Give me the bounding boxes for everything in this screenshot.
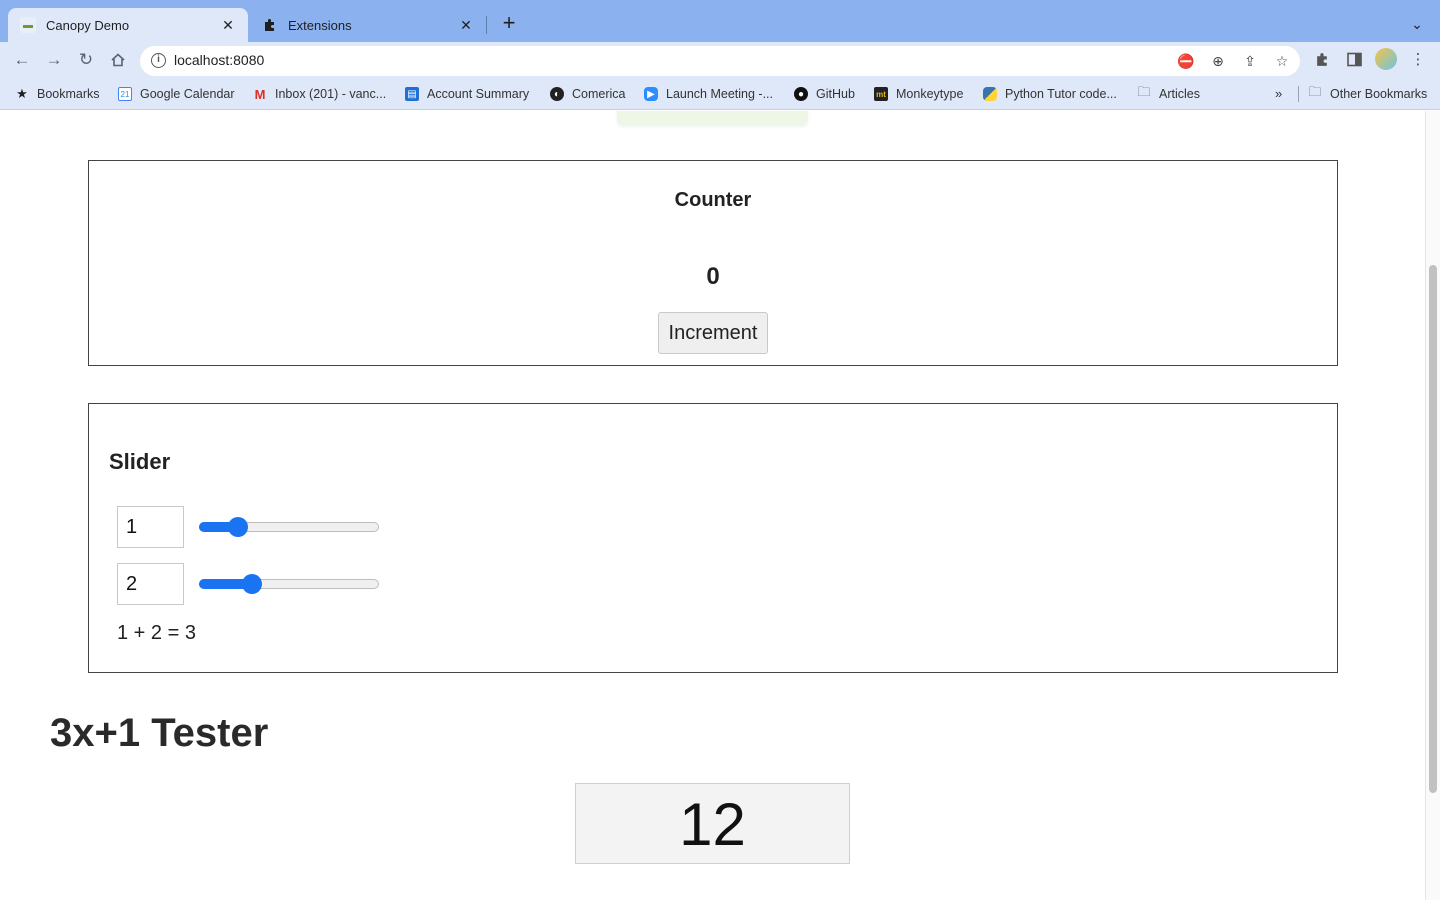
close-tab-icon[interactable]: ✕ <box>220 17 236 34</box>
puzzle-icon <box>262 17 278 33</box>
forward-icon[interactable]: → <box>42 48 66 72</box>
slider-thumb[interactable] <box>242 574 263 594</box>
github-icon: ● <box>794 87 808 101</box>
more-menu-icon[interactable]: ⋮ <box>1406 48 1430 72</box>
gmail-icon: M <box>254 86 266 102</box>
new-tab-button[interactable]: + <box>497 12 521 36</box>
bookmark-bookmarks[interactable]: ★ Bookmarks <box>15 85 100 103</box>
profile-avatar[interactable] <box>1375 48 1397 70</box>
share-icon[interactable]: ⇪ <box>1239 50 1261 72</box>
bookmark-monkeytype[interactable]: mt Monkeytype <box>874 85 963 103</box>
bookmark-launch-meeting[interactable]: ▶ Launch Meeting -... <box>644 85 773 103</box>
slider-card: Slider 1 2 1 + 2 = 3 <box>88 403 1338 673</box>
bookmark-google-calendar[interactable]: 21 Google Calendar <box>118 85 235 103</box>
tab-divider <box>486 16 487 34</box>
extensions-puzzle-icon[interactable] <box>1310 48 1334 72</box>
bookmark-star-icon[interactable]: ☆ <box>1271 50 1293 72</box>
bookmark-label: Articles <box>1159 87 1200 101</box>
bookmark-label: Bookmarks <box>37 87 100 101</box>
slider-title: Slider <box>109 449 171 474</box>
reload-icon[interactable]: ↻ <box>74 48 98 72</box>
number-input-b[interactable]: 2 <box>117 563 184 605</box>
tab-search-icon[interactable]: ⌄ <box>1405 12 1429 36</box>
scrollbar-thumb[interactable] <box>1429 265 1437 793</box>
zoom-icon[interactable]: ⊕ <box>1207 50 1229 72</box>
tab-title: Canopy Demo <box>46 17 130 33</box>
browser-toolbar: ← → ↻ i localhost:8080 ⛔ ⊕ ⇪ ☆ ⋮ <box>0 42 1440 78</box>
canopy-favicon-icon: ▬ <box>20 17 36 33</box>
bookmark-label: Monkeytype <box>896 87 964 101</box>
slider-thumb[interactable] <box>227 517 248 537</box>
tester-heading: 3x+1 Tester <box>50 711 269 755</box>
bookmark-label: Launch Meeting -... <box>666 87 774 101</box>
number-input-a[interactable]: 1 <box>117 506 184 548</box>
bookmark-comerica[interactable]: ◐ Comerica <box>550 85 626 103</box>
calendar-icon: 21 <box>118 87 132 101</box>
counter-value: 0 <box>706 263 720 290</box>
bookmark-label: Other Bookmarks <box>1330 87 1428 101</box>
sum-result: 1 + 2 = 3 <box>117 622 196 644</box>
tester-input[interactable]: 12 <box>575 783 850 864</box>
bookmarks-divider <box>1298 86 1299 102</box>
bookmark-gmail[interactable]: M Inbox (201) - vanc... <box>253 85 387 103</box>
zoom-icon: ▶ <box>644 87 658 101</box>
page-viewport: Counter 0 Increment Slider 1 2 1 + 2 = 3… <box>0 111 1425 900</box>
back-icon[interactable]: ← <box>10 48 34 72</box>
translate-blocked-icon[interactable]: ⛔ <box>1175 50 1197 72</box>
counter-title: Counter <box>674 189 752 211</box>
tab-title: Extensions <box>288 17 352 33</box>
bookmark-label: Google Calendar <box>140 87 235 101</box>
site-info-icon[interactable]: i <box>151 53 166 68</box>
side-panel-icon[interactable] <box>1342 48 1366 72</box>
bookmark-articles[interactable]: 🗀 Articles <box>1137 84 1200 103</box>
bookmarks-bar: ★ Bookmarks 21 Google Calendar M Inbox (… <box>0 78 1440 110</box>
tab-extensions[interactable]: Extensions ✕ <box>250 8 486 42</box>
range-slider-a[interactable] <box>199 517 379 537</box>
bookmark-label: Inbox (201) - vanc... <box>275 87 387 101</box>
monkeytype-icon: mt <box>874 87 888 101</box>
tab-canopy-demo[interactable]: ▬ Canopy Demo ✕ <box>8 8 248 42</box>
bookmark-label: Python Tutor code... <box>1005 87 1117 101</box>
bank-icon: ▤ <box>405 87 419 101</box>
folder-icon: 🗀 <box>1308 84 1322 99</box>
bookmark-account-summary[interactable]: ▤ Account Summary <box>405 85 529 103</box>
python-icon <box>983 87 997 101</box>
bookmark-label: Comerica <box>572 87 626 101</box>
home-icon[interactable] <box>106 48 130 72</box>
comerica-icon: ◐ <box>550 87 564 101</box>
increment-button[interactable]: Increment <box>658 312 768 354</box>
other-bookmarks[interactable]: 🗀 Other Bookmarks <box>1308 84 1428 103</box>
star-icon: ★ <box>16 86 28 101</box>
bookmark-label: Account Summary <box>427 87 530 101</box>
bookmark-python-tutor[interactable]: Python Tutor code... <box>983 85 1117 103</box>
partially-scrolled-button[interactable] <box>617 111 808 125</box>
folder-icon: 🗀 <box>1137 84 1151 99</box>
range-slider-b[interactable] <box>199 574 379 594</box>
tab-strip: ▬ Canopy Demo ✕ Extensions ✕ + ⌄ <box>0 0 1440 42</box>
bookmark-github[interactable]: ● GitHub <box>794 85 855 103</box>
bookmark-label: GitHub <box>816 87 855 101</box>
bookmarks-overflow-button[interactable]: » <box>1275 86 1282 101</box>
address-bar[interactable]: i localhost:8080 ⛔ ⊕ ⇪ ☆ <box>140 46 1300 76</box>
counter-card: Counter 0 Increment <box>88 160 1338 366</box>
url-text[interactable]: localhost:8080 <box>174 52 264 68</box>
close-tab-icon[interactable]: ✕ <box>458 17 474 34</box>
